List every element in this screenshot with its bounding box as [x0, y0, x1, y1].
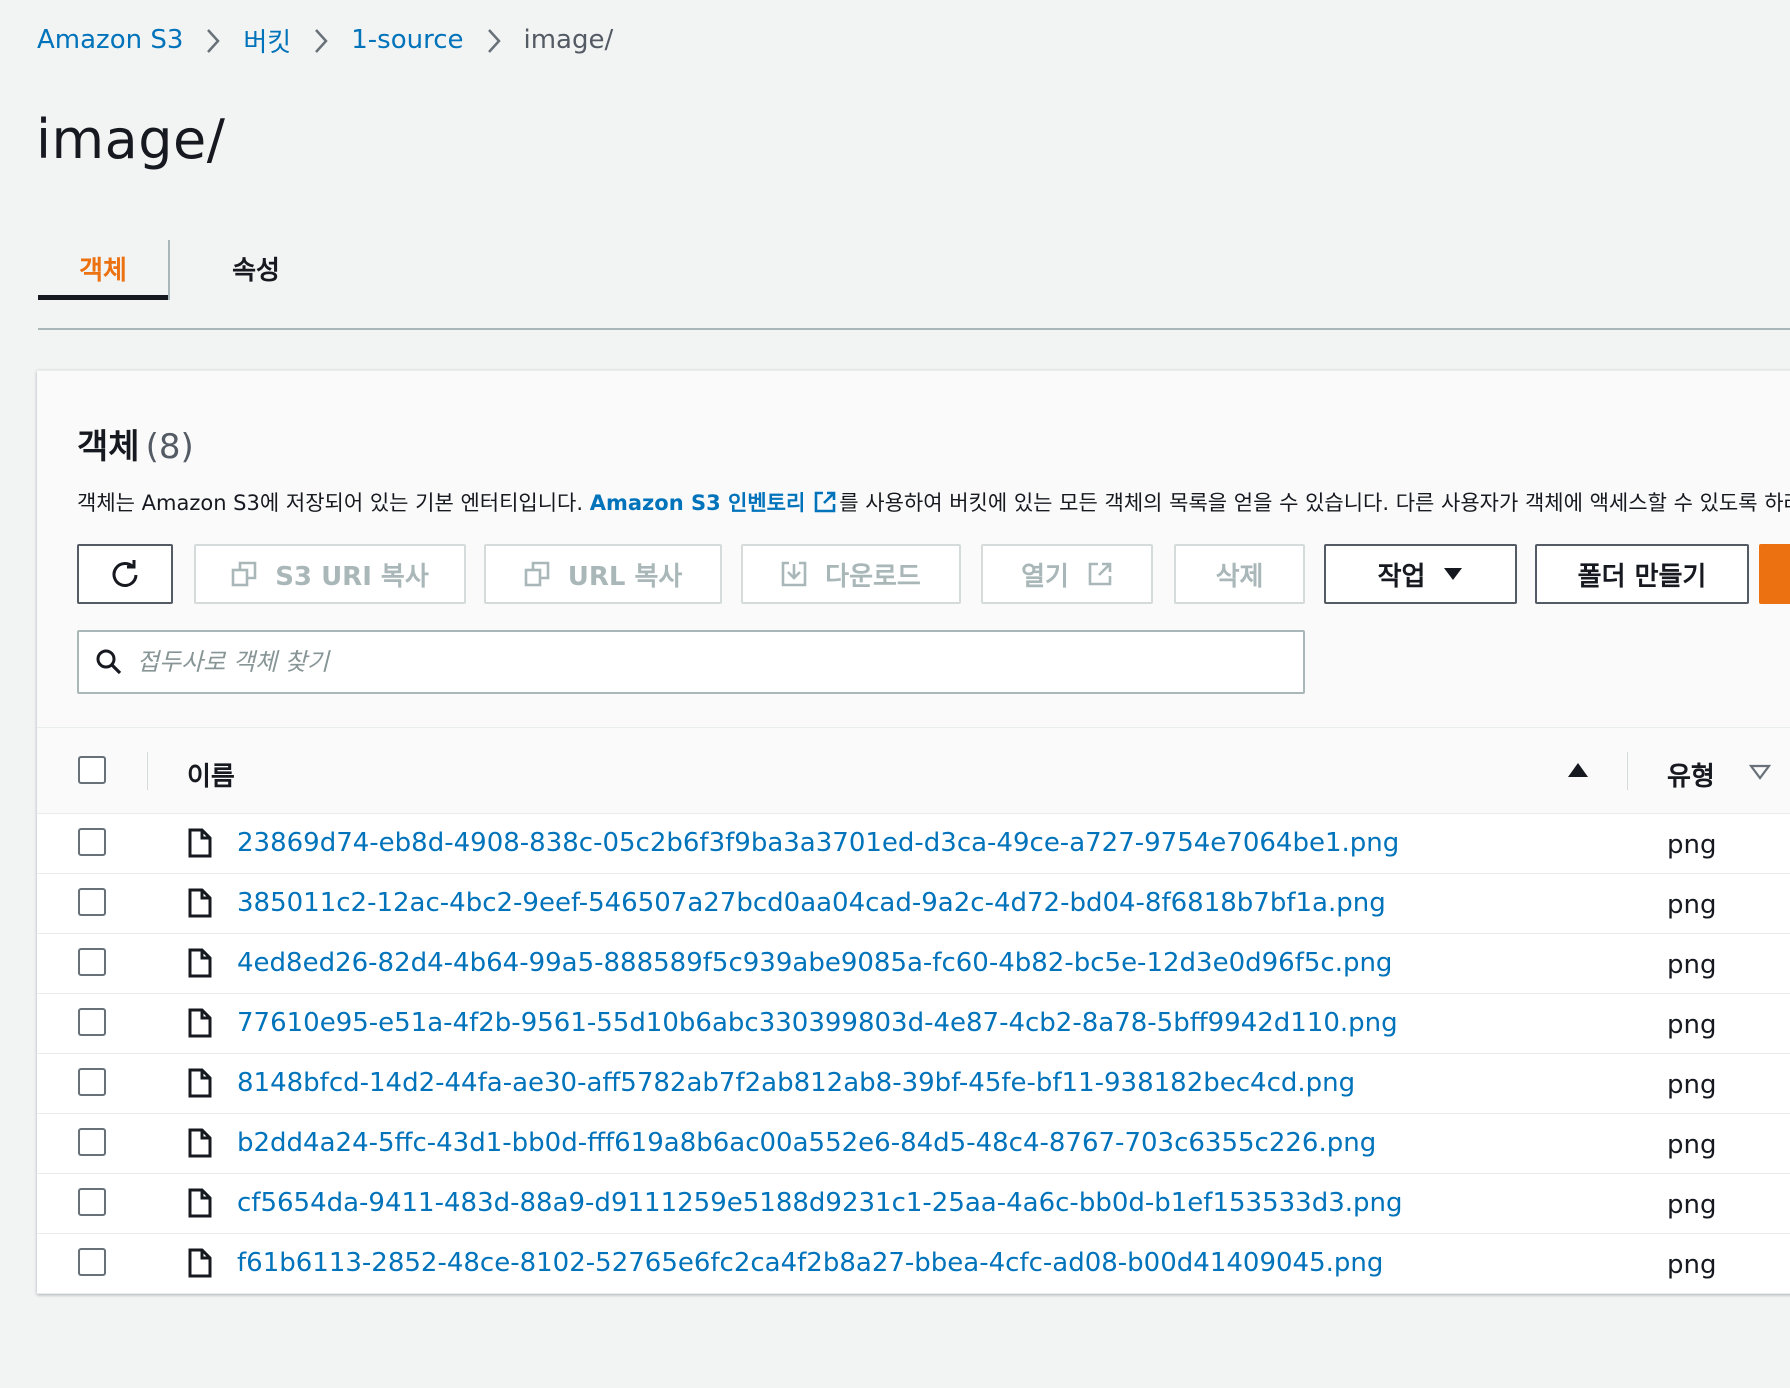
row-checkbox[interactable]: [78, 948, 106, 976]
copy-url-button[interactable]: URL 복사: [484, 544, 722, 604]
tab-divider: [168, 240, 170, 300]
description-text-after: 를 사용하여 버킷에 있는 모든 객체의 목록을 얻을 수 있습니다. 다른 사…: [839, 491, 1790, 515]
object-name-link[interactable]: f61b6113-2852-48ce-8102-52765e6fc2ca4f2b…: [237, 1248, 1383, 1278]
table-header: 이름 유형: [37, 728, 1790, 814]
objects-table: 이름 유형 23869d74-eb8d-4908-838c-05c2b6f3f9…: [37, 728, 1790, 1294]
object-name-link[interactable]: 23869d74-eb8d-4908-838c-05c2b6f3f9ba3a37…: [237, 828, 1399, 858]
actions-label: 작업: [1377, 561, 1426, 592]
download-label: 다운로드: [825, 561, 921, 592]
table-row[interactable]: 385011c2-12ac-4bc2-9eef-546507a27bcd0aa0…: [37, 874, 1790, 934]
objects-heading-label: 객체: [77, 427, 140, 467]
objects-heading: 객체 (8): [77, 419, 194, 468]
description-text-before: 객체는 Amazon S3에 저장되어 있는 기본 엔터티입니다.: [77, 491, 590, 515]
chevron-right-icon: [464, 25, 524, 55]
table-row[interactable]: 8148bfcd-14d2-44fa-ae30-aff5782ab7f2ab81…: [37, 1054, 1790, 1114]
file-icon: [187, 888, 213, 918]
search-icon: [95, 648, 123, 676]
select-all-checkbox[interactable]: [78, 756, 106, 784]
upload-button[interactable]: [1759, 544, 1790, 604]
object-type: png: [1667, 1010, 1717, 1040]
object-type: png: [1667, 1190, 1717, 1220]
file-icon: [187, 1068, 213, 1098]
object-name-link[interactable]: 8148bfcd-14d2-44fa-ae30-aff5782ab7f2ab81…: [237, 1068, 1355, 1098]
refresh-icon: [109, 558, 141, 590]
tab-properties[interactable]: 속성: [208, 238, 304, 298]
column-header-name[interactable]: 이름: [187, 756, 235, 793]
table-row[interactable]: b2dd4a24-5ffc-43d1-bb0d-fff619a8b6ac00a5…: [37, 1114, 1790, 1174]
objects-panel: 객체 (8) 객체는 Amazon S3에 저장되어 있는 기본 엔터티입니다. …: [37, 370, 1790, 1294]
create-folder-button[interactable]: 폴더 만들기: [1535, 544, 1749, 604]
breadcrumb-amazon-s3[interactable]: Amazon S3: [37, 25, 183, 55]
copy-url-label: URL 복사: [567, 561, 683, 592]
breadcrumb: Amazon S3 버킷 1-source image/: [37, 20, 613, 60]
row-checkbox[interactable]: [78, 888, 106, 916]
caret-down-icon: [1443, 566, 1463, 582]
row-checkbox[interactable]: [78, 1008, 106, 1036]
create-folder-label: 폴더 만들기: [1577, 561, 1707, 592]
breadcrumb-bucket-name[interactable]: 1-source: [351, 25, 463, 55]
file-icon: [187, 1128, 213, 1158]
s3-console-page: Amazon S3 버킷 1-source image/ image/ 객체 속…: [0, 0, 1790, 1388]
chevron-right-icon: [183, 25, 243, 55]
objects-description: 객체는 Amazon S3에 저장되어 있는 기본 엔터티입니다. Amazon…: [77, 487, 1790, 519]
object-type: png: [1667, 1130, 1717, 1160]
object-type: png: [1667, 890, 1717, 920]
object-type: png: [1667, 950, 1717, 980]
open-button[interactable]: 열기: [981, 544, 1153, 604]
objects-panel-header: 객체 (8) 객체는 Amazon S3에 저장되어 있는 기본 엔터티입니다. …: [37, 371, 1790, 728]
table-row[interactable]: cf5654da-9411-483d-88a9-d9111259e5188d92…: [37, 1174, 1790, 1234]
breadcrumb-current: image/: [523, 25, 614, 55]
actions-dropdown-button[interactable]: 작업: [1324, 544, 1517, 604]
open-label: 열기: [1021, 561, 1069, 592]
object-name-link[interactable]: 4ed8ed26-82d4-4b64-99a5-888589f5c939abe9…: [237, 948, 1392, 978]
row-checkbox[interactable]: [78, 1248, 106, 1276]
refresh-button[interactable]: [77, 544, 173, 604]
object-name-link[interactable]: cf5654da-9411-483d-88a9-d9111259e5188d92…: [237, 1188, 1403, 1218]
object-name-link[interactable]: 77610e95-e51a-4f2b-9561-55d10b6abc330399…: [237, 1008, 1398, 1038]
file-icon: [187, 948, 213, 978]
row-checkbox[interactable]: [78, 1188, 106, 1216]
objects-count: (8): [145, 427, 194, 467]
table-row[interactable]: 23869d74-eb8d-4908-838c-05c2b6f3f9ba3a37…: [37, 814, 1790, 874]
inventory-link[interactable]: Amazon S3 인벤토리: [590, 491, 806, 515]
object-name-link[interactable]: 385011c2-12ac-4bc2-9eef-546507a27bcd0aa0…: [237, 888, 1386, 918]
tab-objects[interactable]: 객체: [38, 238, 168, 300]
copy-icon: [231, 561, 257, 587]
sort-ascending-icon[interactable]: [1567, 762, 1589, 778]
download-icon: [781, 561, 807, 587]
file-icon: [187, 828, 213, 858]
table-body: 23869d74-eb8d-4908-838c-05c2b6f3f9ba3a37…: [37, 814, 1790, 1294]
chevron-right-icon: [291, 25, 351, 55]
file-icon: [187, 1248, 213, 1278]
table-row[interactable]: 77610e95-e51a-4f2b-9561-55d10b6abc330399…: [37, 994, 1790, 1054]
column-header-type[interactable]: 유형: [1667, 756, 1715, 793]
search-box: [77, 630, 1305, 694]
page-title: image/: [36, 108, 226, 171]
column-divider: [1627, 752, 1628, 790]
copy-s3-uri-label: S3 URI 복사: [275, 561, 429, 592]
file-icon: [187, 1188, 213, 1218]
delete-button[interactable]: 삭제: [1174, 544, 1305, 604]
row-checkbox[interactable]: [78, 1068, 106, 1096]
delete-label: 삭제: [1215, 561, 1264, 592]
row-checkbox[interactable]: [78, 828, 106, 856]
table-row[interactable]: 4ed8ed26-82d4-4b64-99a5-888589f5c939abe9…: [37, 934, 1790, 994]
copy-icon: [524, 561, 550, 587]
external-link-icon: [1087, 561, 1113, 587]
column-divider: [147, 752, 148, 790]
object-name-link[interactable]: b2dd4a24-5ffc-43d1-bb0d-fff619a8b6ac00a5…: [237, 1128, 1376, 1158]
table-row[interactable]: f61b6113-2852-48ce-8102-52765e6fc2ca4f2b…: [37, 1234, 1790, 1294]
object-type: png: [1667, 1250, 1717, 1280]
row-checkbox[interactable]: [78, 1128, 106, 1156]
external-link-icon[interactable]: [813, 490, 837, 519]
object-type: png: [1667, 1070, 1717, 1100]
breadcrumb-buckets[interactable]: 버킷: [243, 22, 291, 59]
search-input[interactable]: [137, 648, 1237, 676]
object-type: png: [1667, 830, 1717, 860]
file-icon: [187, 1008, 213, 1038]
sort-descending-icon[interactable]: [1749, 764, 1771, 780]
copy-s3-uri-button[interactable]: S3 URI 복사: [194, 544, 466, 604]
tab-bar: 객체 속성: [38, 238, 1790, 330]
download-button[interactable]: 다운로드: [741, 544, 961, 604]
